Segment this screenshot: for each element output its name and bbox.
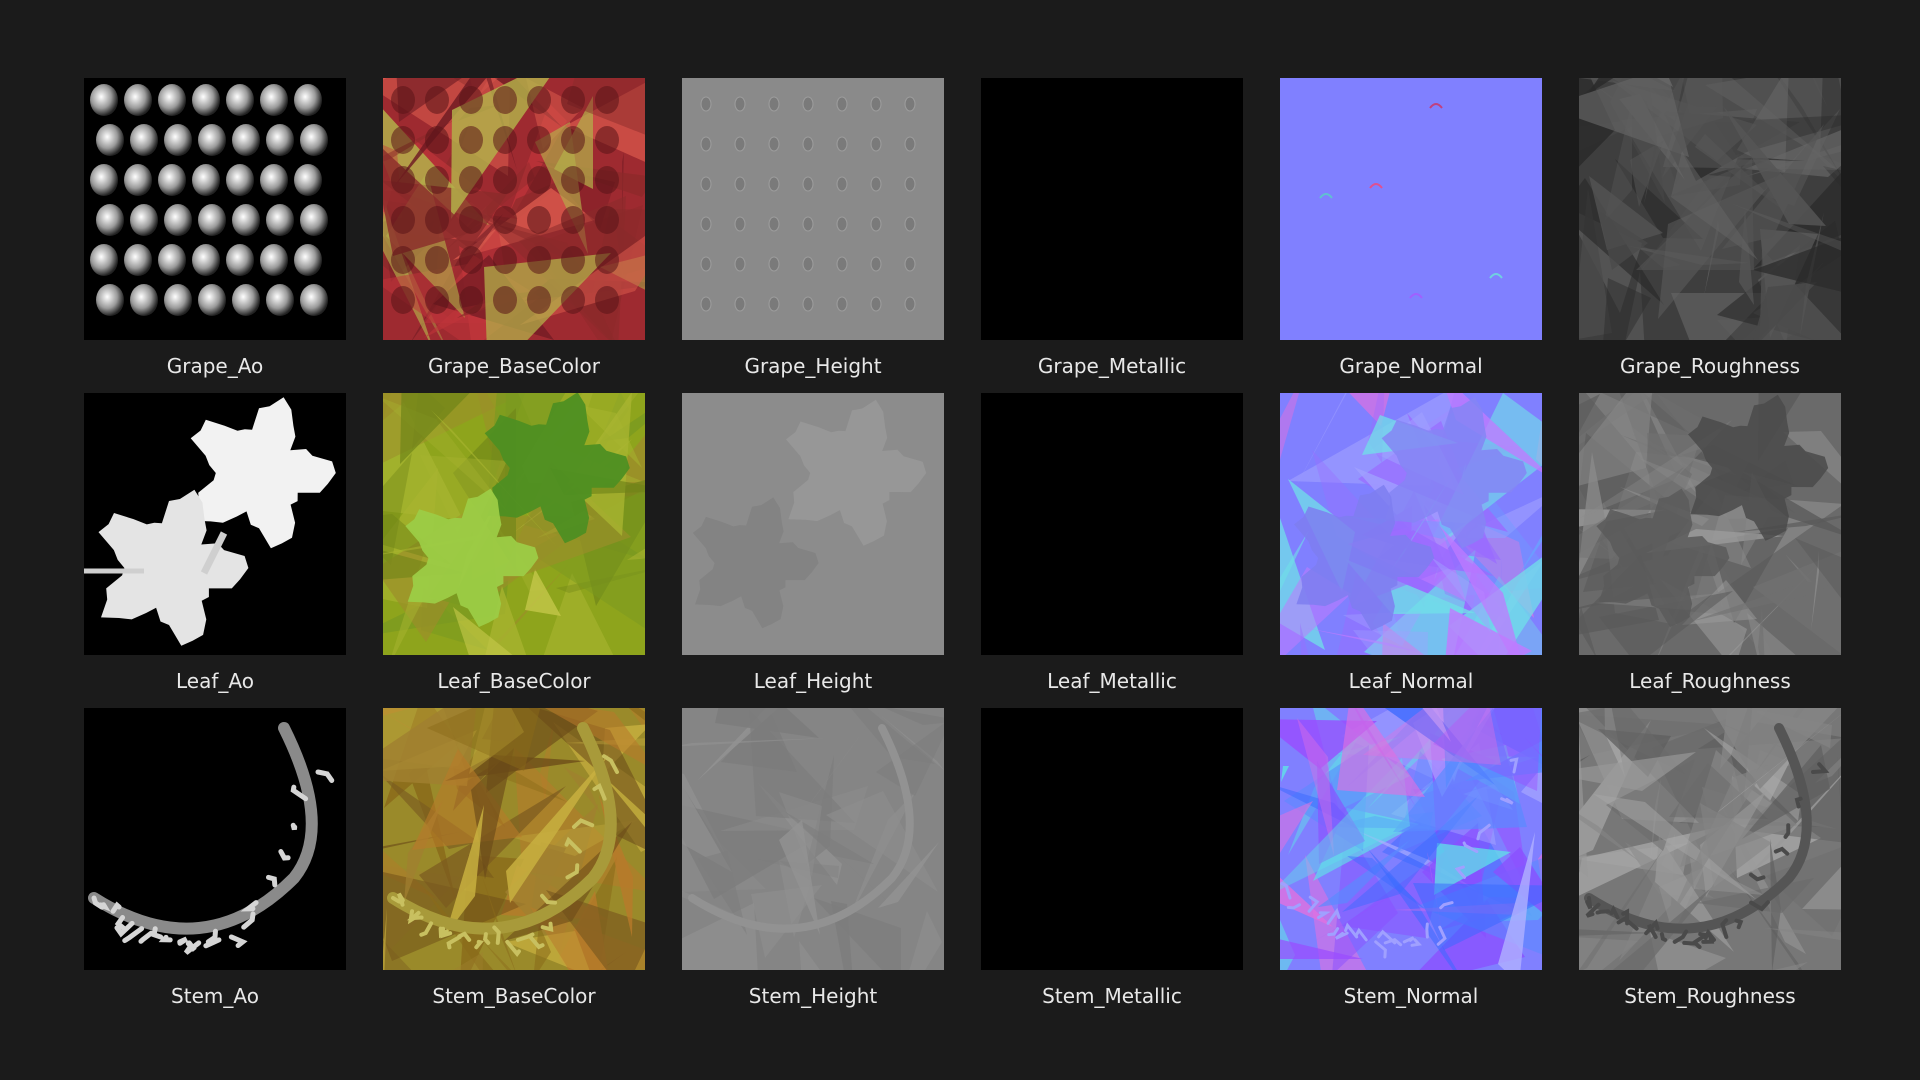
stem-ao-thumbnail — [84, 708, 346, 970]
texture-tile-grape-ao[interactable]: Grape_Ao — [84, 78, 346, 393]
stem-roughness-thumbnail — [1579, 708, 1841, 970]
texture-label: Stem_Height — [748, 984, 878, 1008]
texture-tile-leaf-metallic[interactable]: Leaf_Metallic — [981, 393, 1243, 708]
texture-tile-stem-height[interactable]: Stem_Height — [682, 708, 944, 1023]
texture-label: Leaf_Height — [753, 669, 873, 693]
texture-tile-leaf-roughness[interactable]: Leaf_Roughness — [1579, 393, 1841, 708]
grape-roughness-thumbnail — [1579, 78, 1841, 340]
leaf-roughness-thumbnail — [1579, 393, 1841, 655]
texture-tile-leaf-height[interactable]: Leaf_Height — [682, 393, 944, 708]
leaf-normal-thumbnail — [1280, 393, 1542, 655]
texture-label: Grape_Metallic — [1037, 354, 1187, 378]
leaf-ao-thumbnail — [84, 393, 346, 655]
grape-normal-thumbnail — [1280, 78, 1542, 340]
texture-label: Grape_Normal — [1339, 354, 1483, 378]
texture-label: Stem_Normal — [1343, 984, 1479, 1008]
texture-tile-grape-roughness[interactable]: Grape_Roughness — [1579, 78, 1841, 393]
stem-height-thumbnail — [682, 708, 944, 970]
texture-label: Leaf_Normal — [1348, 669, 1474, 693]
texture-label: Grape_Height — [744, 354, 882, 378]
grape-height-thumbnail — [682, 78, 944, 340]
leaf-metallic-thumbnail — [981, 393, 1243, 655]
leaf-height-thumbnail — [682, 393, 944, 655]
texture-label: Leaf_BaseColor — [437, 669, 591, 693]
texture-label: Leaf_Ao — [176, 669, 254, 693]
stem-metallic-thumbnail — [981, 708, 1243, 970]
texture-label: Stem_Roughness — [1624, 984, 1796, 1008]
texture-tile-grape-height[interactable]: Grape_Height — [682, 78, 944, 393]
texture-tile-stem-metallic[interactable]: Stem_Metallic — [981, 708, 1243, 1023]
texture-tile-stem-normal[interactable]: Stem_Normal — [1280, 708, 1542, 1023]
texture-label: Grape_Ao — [166, 354, 264, 378]
grape-metallic-thumbnail — [981, 78, 1243, 340]
texture-tile-stem-basecolor[interactable]: Stem_BaseColor — [383, 708, 645, 1023]
texture-tile-stem-roughness[interactable]: Stem_Roughness — [1579, 708, 1841, 1023]
texture-tile-leaf-basecolor[interactable]: Leaf_BaseColor — [383, 393, 645, 708]
texture-label: Grape_Roughness — [1619, 354, 1801, 378]
texture-tile-grape-normal[interactable]: Grape_Normal — [1280, 78, 1542, 393]
grape-ao-thumbnail — [84, 78, 346, 340]
texture-tile-leaf-normal[interactable]: Leaf_Normal — [1280, 393, 1542, 708]
texture-gallery: Grape_Ao Grape_BaseColor Grape_Height Gr… — [84, 78, 1841, 1023]
texture-label: Stem_Ao — [171, 984, 259, 1008]
texture-label: Stem_BaseColor — [432, 984, 596, 1008]
texture-tile-stem-ao[interactable]: Stem_Ao — [84, 708, 346, 1023]
texture-label: Grape_BaseColor — [428, 354, 600, 378]
leaf-basecolor-thumbnail — [383, 393, 645, 655]
stem-normal-thumbnail — [1280, 708, 1542, 970]
grape-basecolor-thumbnail — [383, 78, 645, 340]
texture-tile-grape-metallic[interactable]: Grape_Metallic — [981, 78, 1243, 393]
texture-label: Stem_Metallic — [1042, 984, 1182, 1008]
texture-label: Leaf_Roughness — [1629, 669, 1791, 693]
texture-tile-grape-basecolor[interactable]: Grape_BaseColor — [383, 78, 645, 393]
stem-basecolor-thumbnail — [383, 708, 645, 970]
texture-label: Leaf_Metallic — [1047, 669, 1177, 693]
texture-tile-leaf-ao[interactable]: Leaf_Ao — [84, 393, 346, 708]
